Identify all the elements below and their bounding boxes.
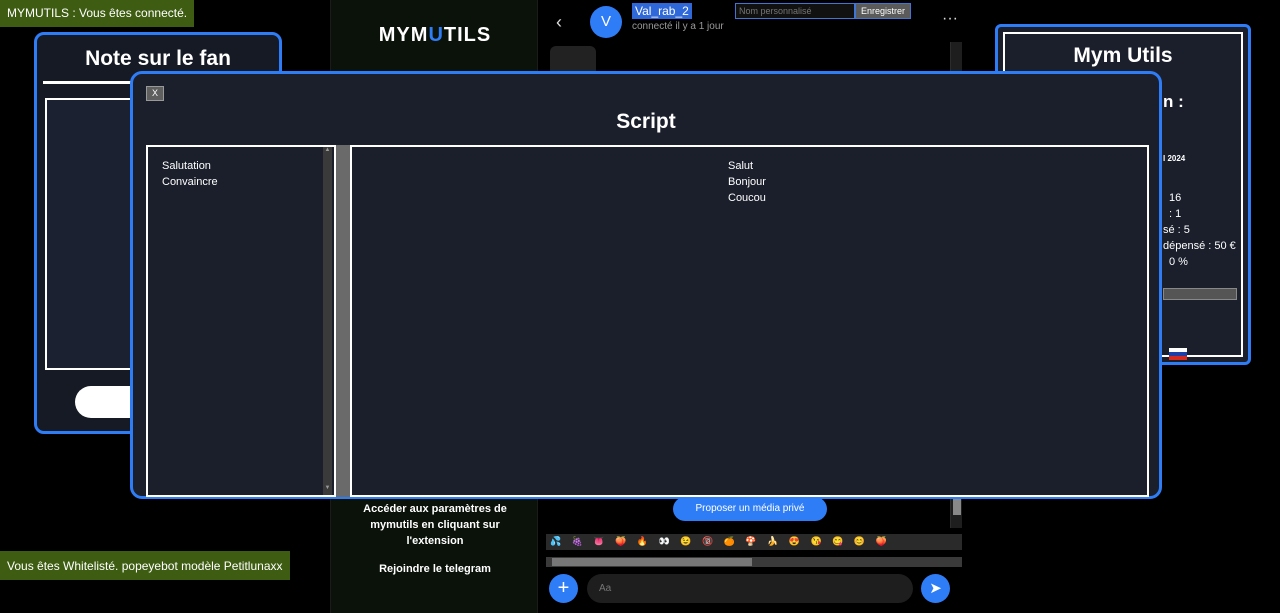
- script-content-panel: Salut Bonjour Coucou: [350, 145, 1149, 497]
- last-seen-text: connecté il y a 1 jour: [632, 21, 724, 32]
- save-name-button[interactable]: Enregistrer: [855, 3, 911, 19]
- brand-text-left: MYM: [378, 24, 429, 46]
- script-category-list: Salutation Convaincre: [146, 145, 336, 497]
- mym-utils-subtitle: n :: [1163, 92, 1184, 111]
- custom-name-input[interactable]: [735, 3, 855, 19]
- whitelist-status-banner: Vous êtes Whitelisté. popeyebot modèle P…: [0, 551, 290, 580]
- chevron-left-icon[interactable]: ‹: [556, 12, 562, 33]
- mym-stat-line: sé : 5: [1163, 224, 1190, 236]
- message-input[interactable]: [587, 574, 913, 603]
- script-message-item[interactable]: Bonjour: [728, 176, 766, 188]
- connection-status-banner: MYMUTILS : Vous êtes connecté.: [0, 0, 195, 27]
- panel-resize-divider[interactable]: [336, 145, 350, 497]
- script-category-item[interactable]: Salutation: [162, 160, 211, 172]
- close-button[interactable]: X: [146, 86, 164, 101]
- chat-scrollbar-thumb[interactable]: [953, 497, 961, 515]
- more-options-icon[interactable]: ···: [942, 10, 958, 28]
- emoji-scrollbar[interactable]: [546, 557, 962, 567]
- mym-stat-line: l 2024: [1163, 154, 1186, 163]
- mym-stat-line: : 1: [1169, 208, 1182, 220]
- script-message-item[interactable]: Salut: [728, 160, 753, 172]
- brand-text-right: TILS: [443, 24, 492, 46]
- mym-utils-title: Mym Utils: [1073, 44, 1173, 67]
- mym-stat-line: 16: [1169, 192, 1182, 204]
- category-list-scrollbar[interactable]: ▲ ▼: [323, 147, 332, 495]
- script-modal: X Script Salutation Convaincre ▲ ▼ Salut…: [130, 71, 1162, 499]
- add-attachment-button[interactable]: +: [549, 574, 578, 603]
- chat-username[interactable]: Val_rab_2: [632, 3, 692, 19]
- brand-text-mid: U: [428, 24, 444, 46]
- settings-hint: Accéder aux paramètres de mymutils en cl…: [363, 503, 507, 547]
- mym-progress-bar: [1163, 288, 1237, 300]
- mymutils-logo: MYMUTILS: [331, 24, 539, 47]
- mym-stat-line: dépensé : 50 €: [1163, 240, 1236, 252]
- avatar[interactable]: V: [590, 6, 622, 38]
- script-category-item[interactable]: Convaincre: [162, 176, 218, 188]
- script-message-item[interactable]: Coucou: [728, 192, 766, 204]
- telegram-link[interactable]: Rejoindre le telegram: [331, 563, 539, 575]
- propose-private-media-button[interactable]: Proposer un média privé: [673, 497, 827, 521]
- emoji-bar[interactable]: 💦 🍇 👅 🍑 🔥 👀 😉 🔞 🍊 🍄 🍌 😍 😘 😋 😊 🍑: [546, 534, 962, 550]
- modal-title: Script: [616, 110, 676, 133]
- scroll-up-icon[interactable]: ▲: [323, 147, 332, 157]
- emoji-scrollbar-thumb[interactable]: [552, 558, 752, 566]
- russia-flag-icon: [1169, 348, 1187, 360]
- mym-stat-line: 0 %: [1169, 256, 1188, 268]
- fan-note-title: Note sur le fan: [85, 47, 231, 70]
- scroll-down-icon[interactable]: ▼: [323, 485, 332, 495]
- send-icon[interactable]: ➤: [921, 574, 950, 603]
